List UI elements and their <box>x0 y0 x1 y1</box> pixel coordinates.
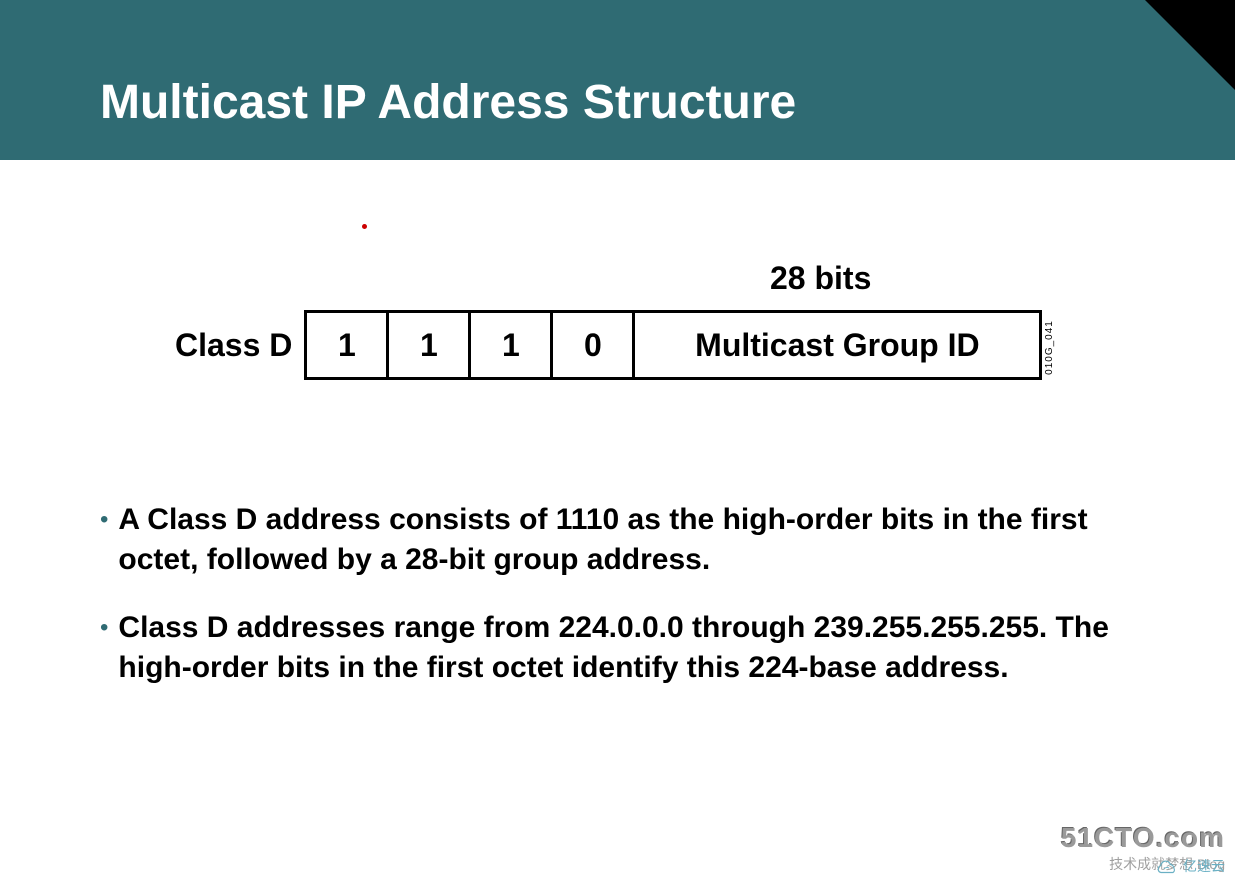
bullet-text: Class D addresses range from 224.0.0.0 t… <box>118 608 1120 688</box>
watermark-cloud-text: 亿速云 <box>1183 856 1225 876</box>
bullet-dot-icon: • <box>100 500 108 540</box>
group-id-cell: Multicast Group ID <box>632 310 1042 380</box>
bit-cell-1: 1 <box>386 310 468 380</box>
watermark-cloud: 亿速云 <box>1155 856 1225 876</box>
bits-length-label: 28 bits <box>770 260 871 297</box>
red-dot <box>362 224 367 229</box>
bullet-dot-icon: • <box>100 608 108 648</box>
bit-cell-3: 0 <box>550 310 632 380</box>
structure-row: Class D 1 1 1 0 Multicast Group ID <box>175 310 1042 380</box>
bullet-item: • A Class D address consists of 1110 as … <box>100 500 1120 580</box>
bullet-list: • A Class D address consists of 1110 as … <box>100 500 1120 716</box>
corner-decoration <box>1145 0 1235 90</box>
cloud-icon <box>1155 857 1179 875</box>
bullet-text: A Class D address consists of 1110 as th… <box>118 500 1120 580</box>
diagram-reference-code: 010G_041 <box>1044 320 1055 375</box>
slide-title: Multicast IP Address Structure <box>100 75 796 130</box>
bit-cell-0: 1 <box>304 310 386 380</box>
watermark-main: 51CTO.com <box>1061 824 1225 852</box>
class-label: Class D <box>175 327 292 364</box>
bullet-item: • Class D addresses range from 224.0.0.0… <box>100 608 1120 688</box>
bit-cell-2: 1 <box>468 310 550 380</box>
slide-header: Multicast IP Address Structure <box>0 0 1235 160</box>
